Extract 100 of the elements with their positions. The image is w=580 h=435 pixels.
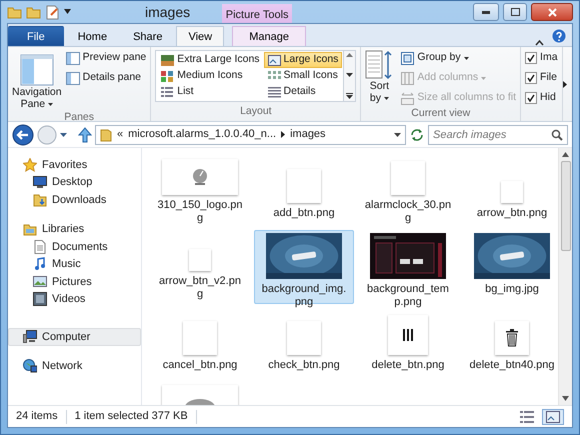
file-item[interactable]: add_btn.png — [254, 154, 354, 228]
nav-item[interactable]: Computer — [8, 328, 141, 346]
separator-arrow-icon[interactable] — [281, 131, 286, 138]
file-item[interactable]: arrow_btn.png — [462, 154, 558, 228]
properties-icon[interactable] — [45, 4, 60, 20]
nav-item[interactable]: Videos — [8, 290, 141, 308]
caret-icon — [48, 102, 54, 106]
scroll-up-icon — [346, 53, 354, 57]
layout-option[interactable]: Small Icons — [264, 68, 342, 84]
file-name: arrow_btn_v2.png — [158, 275, 242, 301]
bars-icon — [403, 329, 413, 341]
trash-icon — [505, 329, 519, 347]
checkbox[interactable] — [525, 72, 538, 84]
layout-option[interactable]: Details — [264, 84, 342, 100]
layout-option[interactable]: Large Icons — [264, 52, 342, 68]
file-item[interactable]: delete_btn40.png — [462, 306, 558, 380]
nav-item[interactable]: Favorites — [8, 156, 141, 174]
back-icon[interactable] — [12, 124, 34, 146]
group-by-button[interactable]: Group by — [401, 50, 516, 66]
file-name: background_temp.png — [366, 283, 450, 309]
file-name: alarmclock_30.png — [364, 199, 452, 225]
ribbon-tab[interactable]: Home — [66, 26, 120, 46]
nav-item[interactable]: Network — [8, 358, 141, 375]
layout-option[interactable]: Extra Large Icons — [157, 52, 264, 68]
ribbon-tab[interactable]: View — [176, 26, 224, 46]
dropdown-icon[interactable] — [64, 9, 71, 15]
globe-icon — [23, 359, 37, 374]
checkbox[interactable] — [525, 92, 538, 104]
small-icons-icon — [268, 70, 281, 82]
checkbox[interactable] — [525, 52, 538, 64]
thumbnail — [287, 321, 321, 355]
nav-item[interactable]: Pictures — [8, 273, 141, 290]
help-icon[interactable] — [552, 29, 566, 43]
group-label: Current view — [410, 106, 472, 121]
file-name: cancel_btn.png — [162, 359, 238, 372]
group-label: Layout — [239, 104, 273, 120]
file-item[interactable]: bg_img.jpg — [462, 230, 558, 304]
file-item[interactable]: arrow_btn_v2.png — [150, 230, 250, 304]
dropdown-icon[interactable] — [394, 132, 401, 136]
caret-icon — [481, 76, 486, 80]
scroll-right-icon[interactable] — [563, 80, 567, 88]
thumbnail — [287, 169, 321, 203]
breadcrumb-link[interactable]: images — [290, 126, 326, 143]
search-field[interactable]: Search images — [428, 124, 568, 144]
nav-item[interactable]: Downloads — [8, 191, 141, 208]
checkbox-label: Ima — [540, 50, 558, 66]
file-name: delete_btn40.png — [468, 359, 556, 372]
caret-icon — [384, 96, 389, 100]
nav-item[interactable]: Music — [8, 256, 141, 273]
details-icon — [268, 86, 281, 98]
thumbnail — [391, 161, 425, 195]
sort-by-button[interactable]: Sort by — [365, 50, 394, 106]
close-button[interactable] — [531, 3, 573, 21]
preview-pane-button[interactable]: Preview pane — [66, 50, 146, 66]
minimize-button[interactable] — [473, 3, 499, 21]
item-count: 24 items — [16, 409, 58, 424]
star-icon — [23, 158, 37, 172]
file-item[interactable]: delete_btn.png — [358, 306, 458, 380]
file-item[interactable]: check_btn.png — [254, 306, 354, 380]
check-icon — [527, 54, 536, 62]
group-by-icon — [401, 52, 414, 64]
checkbox-label: File — [540, 70, 557, 86]
ribbon-tab[interactable]: Share — [121, 26, 174, 46]
file-item[interactable]: 310_150_logo.png — [150, 154, 250, 228]
navigation-pane-icon — [20, 54, 54, 86]
overflow-chevron[interactable]: « — [117, 126, 124, 143]
nav-item[interactable]: Libraries — [8, 220, 141, 238]
scroll-down-icon[interactable] — [562, 396, 569, 401]
thumbnail — [183, 321, 217, 355]
large-icons-view-button[interactable] — [542, 408, 564, 424]
caret-icon — [464, 56, 469, 60]
details-pane-button[interactable]: Details pane — [66, 70, 146, 86]
file-item[interactable]: alarmclock_30.png — [358, 154, 458, 228]
navigation-pane-button[interactable]: Navigation Pane — [12, 54, 62, 110]
scroll-up-icon[interactable] — [562, 152, 569, 157]
layout-option[interactable]: List — [157, 84, 264, 100]
group-label: Panes — [63, 110, 96, 125]
film-icon — [33, 292, 47, 306]
details-view-icon[interactable] — [520, 410, 534, 422]
selection-info: 1 item selected 377 KB — [74, 409, 188, 424]
scroll-down-icon — [346, 73, 354, 77]
dropdown-icon[interactable] — [60, 132, 67, 136]
layout-scroll[interactable] — [344, 50, 356, 102]
thumbnail — [189, 249, 211, 271]
collapse-ribbon-icon[interactable] — [535, 39, 544, 46]
file-item[interactable]: cancel_btn.png — [150, 306, 250, 380]
refresh-icon[interactable] — [409, 128, 425, 142]
nav-item[interactable]: Documents — [8, 238, 141, 256]
nav-item[interactable]: Desktop — [8, 174, 141, 191]
restore-button[interactable] — [503, 3, 527, 21]
up-icon[interactable] — [78, 126, 92, 142]
ribbon-tab[interactable]: Manage — [232, 26, 306, 46]
ribbon-tab[interactable]: File — [8, 26, 64, 46]
size-columns-icon — [401, 92, 414, 104]
layout-option[interactable]: Medium Icons — [157, 68, 264, 84]
extra-large-icons-icon — [161, 54, 174, 66]
breadcrumb-link[interactable]: microsoft.alarms_1.0.0.40_n... — [128, 126, 276, 143]
search-icon — [551, 128, 563, 140]
scrollbar-thumb[interactable] — [560, 161, 570, 251]
file-name: check_btn.png — [267, 359, 341, 372]
